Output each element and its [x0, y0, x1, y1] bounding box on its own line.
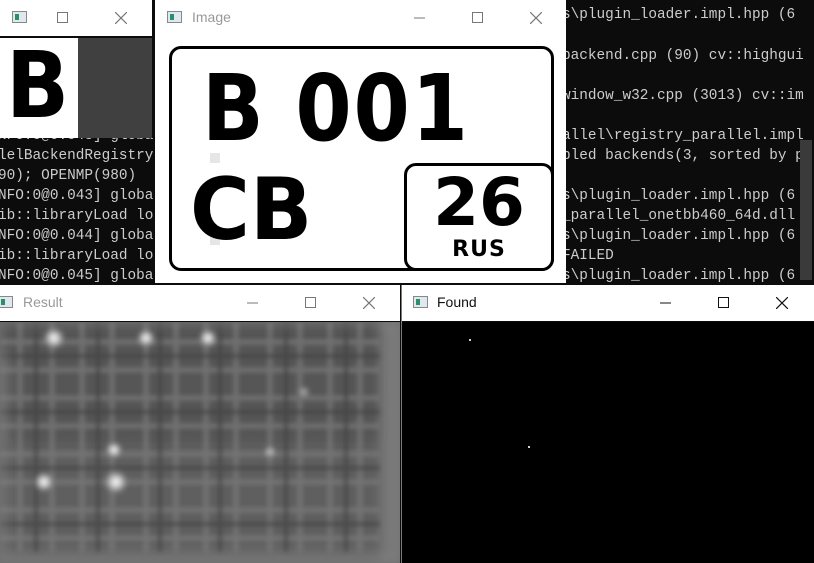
opencv-window-icon [167, 11, 182, 23]
close-button[interactable] [346, 285, 392, 321]
plate-region-box: 26 RUS [404, 163, 554, 271]
template-gray-area [78, 38, 152, 138]
minimize-button[interactable] [643, 285, 689, 321]
console-line: ib::libraryLoad lo [0, 248, 154, 264]
console-line: 90); OPENMP(980) [0, 168, 137, 184]
window-title: Found [437, 294, 477, 310]
console-line: NFO:0@0.044] globa [0, 228, 154, 244]
minimize-button[interactable] [230, 285, 276, 321]
console-line: NFO:0@0.043] global [0, 188, 163, 204]
console-line: backend.cpp (90) cv::highgui [562, 48, 804, 64]
license-plate: B 001 CB 26 RUS [169, 46, 554, 271]
minimize-icon [414, 17, 425, 19]
maximize-button[interactable] [288, 285, 334, 321]
console-line: window_w32.cpp (3013) cv::im [562, 88, 804, 104]
console-line: s\plugin_loader.impl.hpp (6 [562, 228, 796, 244]
titlebar[interactable] [0, 0, 152, 36]
maximize-icon [718, 297, 729, 308]
close-icon [115, 12, 127, 24]
opencv-window-icon [0, 296, 13, 308]
template-white-area: B [0, 38, 78, 138]
titlebar[interactable]: Image [155, 0, 566, 36]
console-line: s\plugin_loader.impl.hpp (6 [562, 188, 796, 204]
maximize-icon [57, 12, 68, 23]
close-button[interactable] [513, 0, 559, 36]
image-window[interactable]: Image B 001 CB 26 RUS [155, 0, 566, 283]
minimize-button[interactable] [397, 0, 443, 36]
template-image: B [0, 38, 152, 138]
minimize-icon [247, 302, 258, 304]
close-button[interactable] [98, 0, 144, 36]
match-result-heatmap [0, 322, 400, 563]
close-icon [776, 297, 788, 309]
console-line: NFO:0@0.045] globa [0, 268, 154, 284]
console-line: lelBackendRegistry [0, 148, 154, 164]
template-glyph: B [6, 32, 70, 139]
found-match-point [469, 339, 471, 341]
plate-number: B 001 [202, 55, 470, 162]
opencv-window-icon [12, 11, 27, 23]
plate-series: CB [190, 160, 313, 260]
close-icon [530, 12, 542, 24]
console-line: ib::libraryLoad lo [0, 208, 154, 224]
template-window[interactable]: B [0, 0, 152, 140]
console-line: s\plugin_loader.impl.hpp (6 [562, 268, 796, 284]
titlebar[interactable]: Found [402, 285, 814, 321]
window-title: Image [192, 9, 231, 25]
maximize-icon [472, 12, 483, 23]
result-heatmap-graphic [0, 322, 400, 563]
plate-country-code: RUS [452, 237, 506, 262]
found-window[interactable]: Found [401, 285, 814, 563]
window-title: Result [23, 294, 63, 310]
console-line: _parallel_onetbb460_64d.dll [562, 208, 796, 224]
plate-region-code: 26 [433, 164, 525, 241]
console-line: s\plugin_loader.impl.hpp (6 [562, 7, 796, 23]
minimize-icon [660, 302, 671, 304]
close-button[interactable] [759, 285, 805, 321]
found-match-point [528, 446, 530, 448]
maximize-button[interactable] [455, 0, 501, 36]
console-scrollbar[interactable] [800, 140, 812, 280]
license-plate-image: B 001 CB 26 RUS [155, 36, 566, 283]
close-icon [363, 297, 375, 309]
maximize-button[interactable] [40, 0, 86, 36]
found-matches-image [402, 322, 814, 563]
console-line: allel\registry_parallel.impl [562, 128, 804, 144]
opencv-window-icon [413, 296, 428, 308]
titlebar[interactable]: Result [0, 285, 400, 321]
maximize-icon [305, 297, 316, 308]
maximize-button[interactable] [701, 285, 747, 321]
result-window[interactable]: Result [0, 285, 400, 563]
console-line: FAILED [562, 248, 614, 264]
console-line: bled backends(3, sorted by p [562, 148, 804, 164]
